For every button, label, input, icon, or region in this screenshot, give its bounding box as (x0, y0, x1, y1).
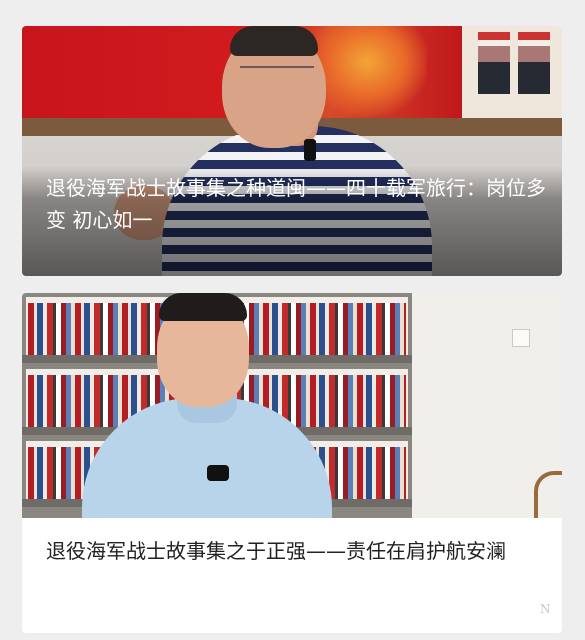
glasses (240, 66, 314, 82)
article-card[interactable]: 退役海军战士故事集之种道闽——四十载军旅行：岗位多变 初心如一 (22, 26, 562, 276)
article-title[interactable]: 退役海军战士故事集之种道闽——四十载军旅行：岗位多变 初心如一 (46, 172, 546, 236)
chair (534, 471, 562, 518)
person-hair (159, 293, 247, 321)
person-hair (230, 26, 318, 56)
article-title[interactable]: 退役海军战士故事集之于正强——责任在肩护航安澜 (46, 534, 546, 568)
news-feed: 退役海军战士故事集之种道闽——四十载军旅行：岗位多变 初心如一 退役海军战士故事… (0, 0, 585, 640)
portrait-photo (478, 32, 510, 94)
watermark: N (540, 602, 552, 616)
background-portrait-board (462, 26, 562, 121)
lapel-microphone (207, 465, 229, 481)
article-card[interactable]: 退役海军战士故事集之于正强——责任在肩护航安澜 (22, 293, 562, 633)
article-thumbnail[interactable] (22, 293, 562, 518)
wall-socket (512, 329, 530, 347)
article-thumbnail[interactable] (22, 26, 562, 276)
lapel-microphone (304, 139, 316, 161)
portrait-photo (518, 32, 550, 94)
